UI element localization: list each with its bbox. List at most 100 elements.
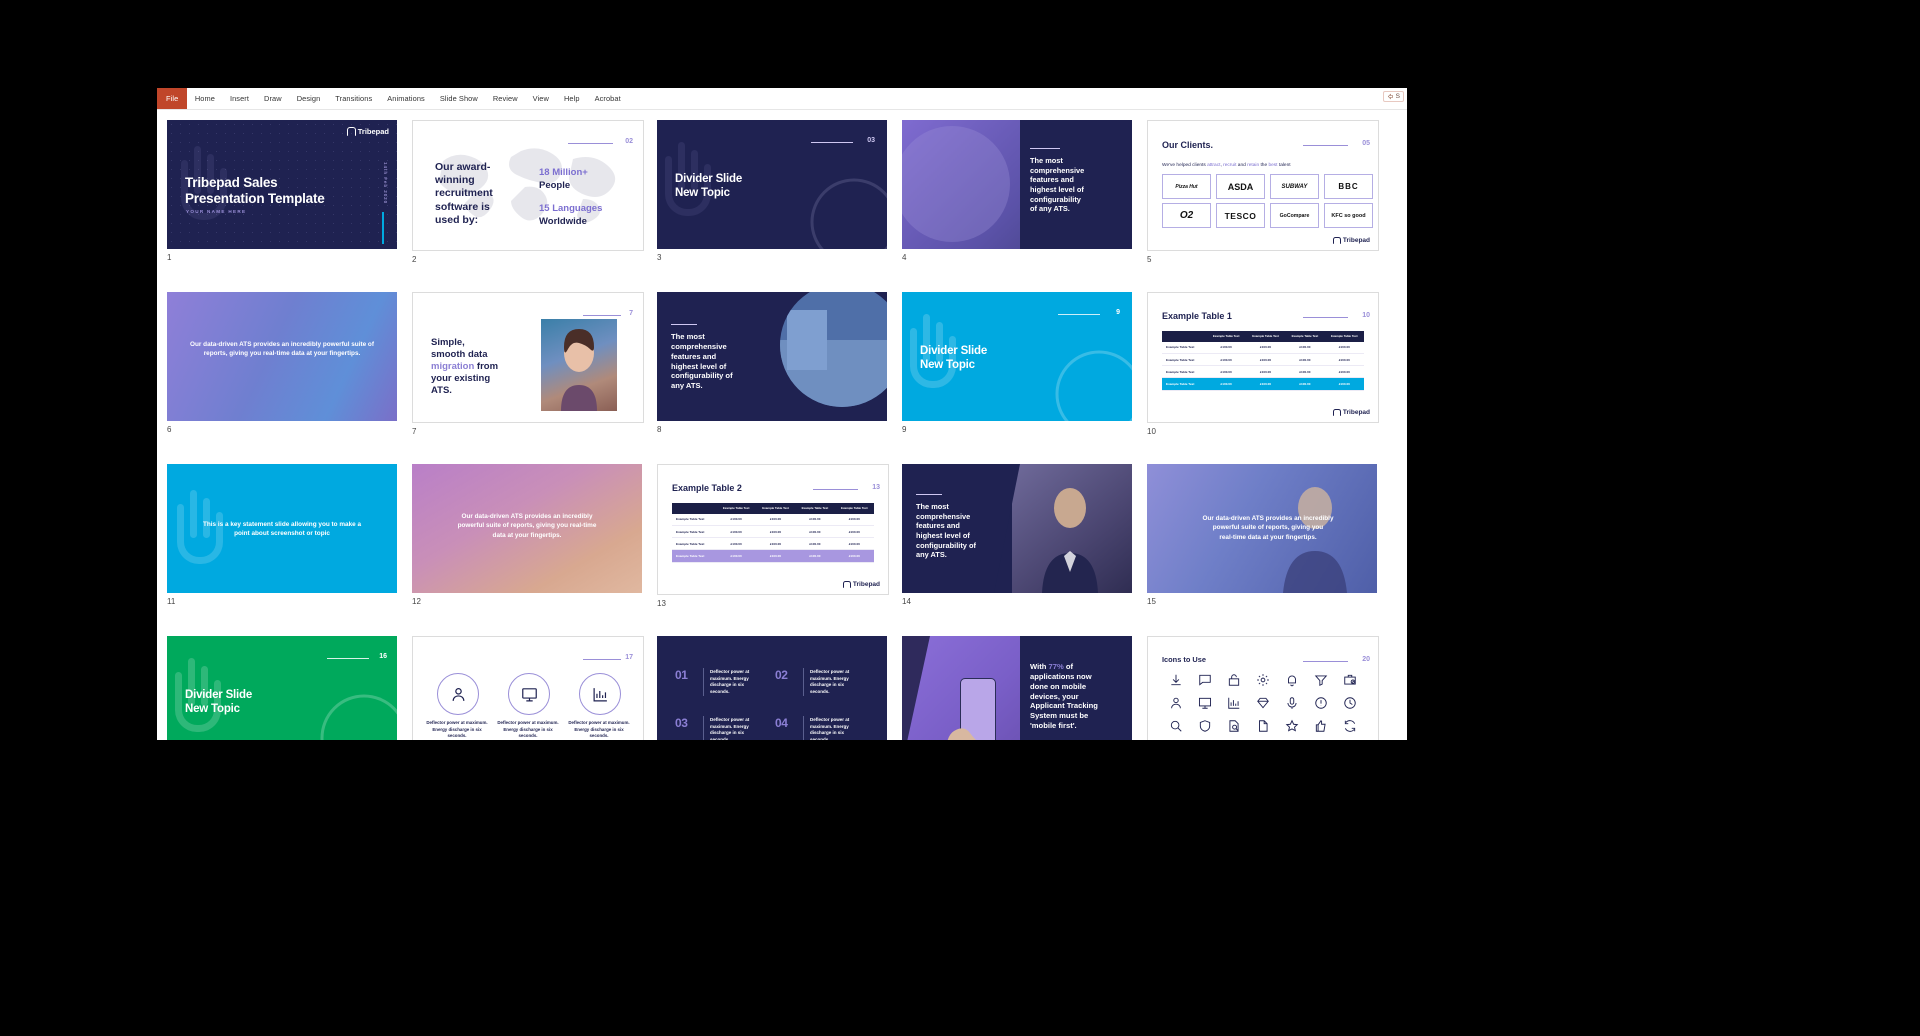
- table-col-3: Example Table Text: [795, 503, 835, 514]
- stat-label-2: Worldwide: [539, 216, 587, 227]
- microphone-icon[interactable]: [1285, 696, 1299, 710]
- slide-cell-13[interactable]: Example Table 2 13 Example Table Text Ex…: [657, 464, 902, 614]
- slide-thumbnail-14[interactable]: The most comprehensive features and high…: [902, 464, 1132, 593]
- ribbon-tab-file[interactable]: File: [157, 88, 188, 109]
- slide-thumbnail-8[interactable]: The most comprehensive features and high…: [657, 292, 887, 421]
- slide-cell-14[interactable]: The most comprehensive features and high…: [902, 464, 1147, 614]
- slide-sorter[interactable]: Tribepad Tribepad Sales Presentation Tem…: [157, 110, 1407, 740]
- download-icon[interactable]: [1169, 673, 1183, 687]
- panel-rule: [916, 494, 942, 495]
- shield-icon[interactable]: [1198, 719, 1212, 733]
- slide-thumbnail-9[interactable]: 9 Divider Slide New Topic: [902, 292, 1132, 421]
- slide-cell-9[interactable]: 9 Divider Slide New Topic 9: [902, 292, 1147, 442]
- slide-thumbnail-19[interactable]: With 77% of applications now done on mob…: [902, 636, 1132, 740]
- slide-thumbnail-7[interactable]: 7 Simple, smooth data migration from you…: [412, 292, 644, 423]
- icon-caption-2: Deflector power at maximum. Energy disch…: [497, 720, 559, 739]
- cell: £100.00: [1245, 341, 1286, 354]
- item-divider: [703, 668, 704, 696]
- alert-circle-icon[interactable]: [1314, 696, 1328, 710]
- cell: £100.00: [1324, 365, 1364, 379]
- search-icon[interactable]: [1169, 719, 1183, 733]
- bar-chart-icon[interactable]: [1227, 696, 1241, 710]
- cell: £100.00: [834, 513, 874, 526]
- table-row: Example Table Text £100.00 £100.00 £100.00 £…: [1162, 365, 1364, 379]
- slide-thumbnail-11[interactable]: This is a key statement slide allowing y…: [167, 464, 397, 593]
- ribbon-tab-draw[interactable]: Draw: [257, 88, 290, 109]
- slide-thumbnail-5[interactable]: Our Clients. 05 We've helped clients att…: [1147, 120, 1379, 251]
- ribbon-tab-animations[interactable]: Animations: [380, 88, 433, 109]
- monitor-icon[interactable]: [1198, 696, 1212, 710]
- slide-cell-17[interactable]: 17 Deflector power at maximum. Energy di…: [412, 636, 657, 740]
- tribepad-mark-icon: [346, 127, 356, 136]
- slide-thumbnail-13[interactable]: Example Table 2 13 Example Table Text Ex…: [657, 464, 889, 595]
- filter-icon[interactable]: [1314, 673, 1328, 687]
- slide-number-12: 12: [412, 597, 421, 606]
- gear-icon[interactable]: [1256, 673, 1270, 687]
- chat-bubble-icon[interactable]: [1198, 673, 1212, 687]
- ribbon-tab-slide-show[interactable]: Slide Show: [432, 88, 485, 109]
- ribbon-tab-acrobat[interactable]: Acrobat: [587, 88, 628, 109]
- table-col-0: [1162, 331, 1207, 342]
- slide-cell-19[interactable]: With 77% of applications now done on mob…: [902, 636, 1147, 740]
- slide-cell-6[interactable]: Our data-driven ATS provides an incredib…: [167, 292, 412, 442]
- ribbon-tab-review[interactable]: Review: [485, 88, 525, 109]
- file-icon[interactable]: [1256, 719, 1270, 733]
- slide-cell-15[interactable]: Our data-driven ATS provides an incredib…: [1147, 464, 1392, 614]
- item-number-4: 04: [775, 716, 788, 730]
- bell-icon[interactable]: [1285, 673, 1299, 687]
- slide-thumbnail-3[interactable]: 03 Divider Slide New Topic: [657, 120, 887, 249]
- slide-thumbnail-18[interactable]: 01 Deflector power at maximum. Energy di…: [657, 636, 887, 740]
- slide-cell-7[interactable]: 7 Simple, smooth data migration from you…: [412, 292, 657, 442]
- slide-cell-8[interactable]: The most comprehensive features and high…: [657, 292, 902, 442]
- slide-thumbnail-16[interactable]: 16 Divider Slide New Topic: [167, 636, 397, 740]
- slide-thumbnail-1[interactable]: Tribepad Tribepad Sales Presentation Tem…: [167, 120, 397, 249]
- slide-thumbnail-2[interactable]: 02 Our award- winning recruitment softwa…: [412, 120, 644, 251]
- slide-thumbnail-17[interactable]: 17 Deflector power at maximum. Energy di…: [412, 636, 644, 740]
- ribbon-tab-home[interactable]: Home: [187, 88, 222, 109]
- ribbon-tab-help[interactable]: Help: [556, 88, 587, 109]
- share-icon: [1387, 93, 1393, 100]
- thumbs-up-icon[interactable]: [1314, 719, 1328, 733]
- slide-thumbnail-6[interactable]: Our data-driven ATS provides an incredib…: [167, 292, 397, 421]
- briefcase-check-icon[interactable]: [1343, 673, 1357, 687]
- slide-cell-11[interactable]: This is a key statement slide allowing y…: [167, 464, 412, 614]
- table-col-2: Example Table Text: [755, 503, 796, 514]
- slide-cell-12[interactable]: Our data-driven ATS provides an incredib…: [412, 464, 657, 614]
- clock-icon[interactable]: [1343, 696, 1357, 710]
- slide-thumbnail-15[interactable]: Our data-driven ATS provides an incredib…: [1147, 464, 1377, 593]
- slide-thumbnail-20[interactable]: Icons to Use 20: [1147, 636, 1379, 740]
- tribepad-mark-icon: [1332, 236, 1341, 244]
- slide-cell-5[interactable]: Our Clients. 05 We've helped clients att…: [1147, 120, 1392, 270]
- slide-thumbnail-10[interactable]: Example Table 1 10 Example Table Text Ex…: [1147, 292, 1379, 423]
- tagline-seg-0: We've helped clients: [1162, 163, 1208, 168]
- ribbon-tab-view[interactable]: View: [525, 88, 556, 109]
- slide-text-12: Our data-driven ATS provides an incredib…: [457, 513, 597, 539]
- slide-cell-1[interactable]: Tribepad Tribepad Sales Presentation Tem…: [167, 120, 412, 270]
- star-icon[interactable]: [1285, 719, 1299, 733]
- slide-number-7: 7: [412, 427, 417, 436]
- slide-cell-3[interactable]: 03 Divider Slide New Topic 3: [657, 120, 902, 270]
- slide-thumbnail-12[interactable]: Our data-driven ATS provides an incredib…: [412, 464, 642, 593]
- document-search-icon[interactable]: [1227, 719, 1241, 733]
- slide-cell-10[interactable]: Example Table 1 10 Example Table Text Ex…: [1147, 292, 1392, 442]
- slide-cell-18[interactable]: 01 Deflector power at maximum. Energy di…: [657, 636, 902, 740]
- photo-overlay-circle: [902, 126, 1010, 242]
- table-col-0: [672, 503, 717, 514]
- lock-icon[interactable]: [1227, 673, 1241, 687]
- slide-cell-2[interactable]: 02 Our award- winning recruitment softwa…: [412, 120, 657, 270]
- slide-cell-20[interactable]: Icons to Use 20: [1147, 636, 1392, 740]
- diamond-icon[interactable]: [1256, 696, 1270, 710]
- slide-thumbnail-4[interactable]: The most comprehensive features and high…: [902, 120, 1132, 249]
- ribbon-tab-design[interactable]: Design: [289, 88, 328, 109]
- slide-cell-4[interactable]: The most comprehensive features and high…: [902, 120, 1147, 270]
- slide-cell-16[interactable]: 16 Divider Slide New Topic 16: [167, 636, 412, 740]
- share-button[interactable]: S: [1382, 91, 1404, 102]
- person-icon[interactable]: [1169, 696, 1183, 710]
- tagline-seg-4: and: [1236, 163, 1248, 168]
- ribbon-tab-transitions[interactable]: Transitions: [328, 88, 380, 109]
- refresh-icon[interactable]: [1343, 719, 1357, 733]
- ribbon-tab-insert[interactable]: Insert: [222, 88, 256, 109]
- client-logo-2: ASDA: [1216, 174, 1265, 199]
- logo-text: Tribepad: [1342, 236, 1370, 244]
- slide-badge-16: 16: [379, 653, 387, 660]
